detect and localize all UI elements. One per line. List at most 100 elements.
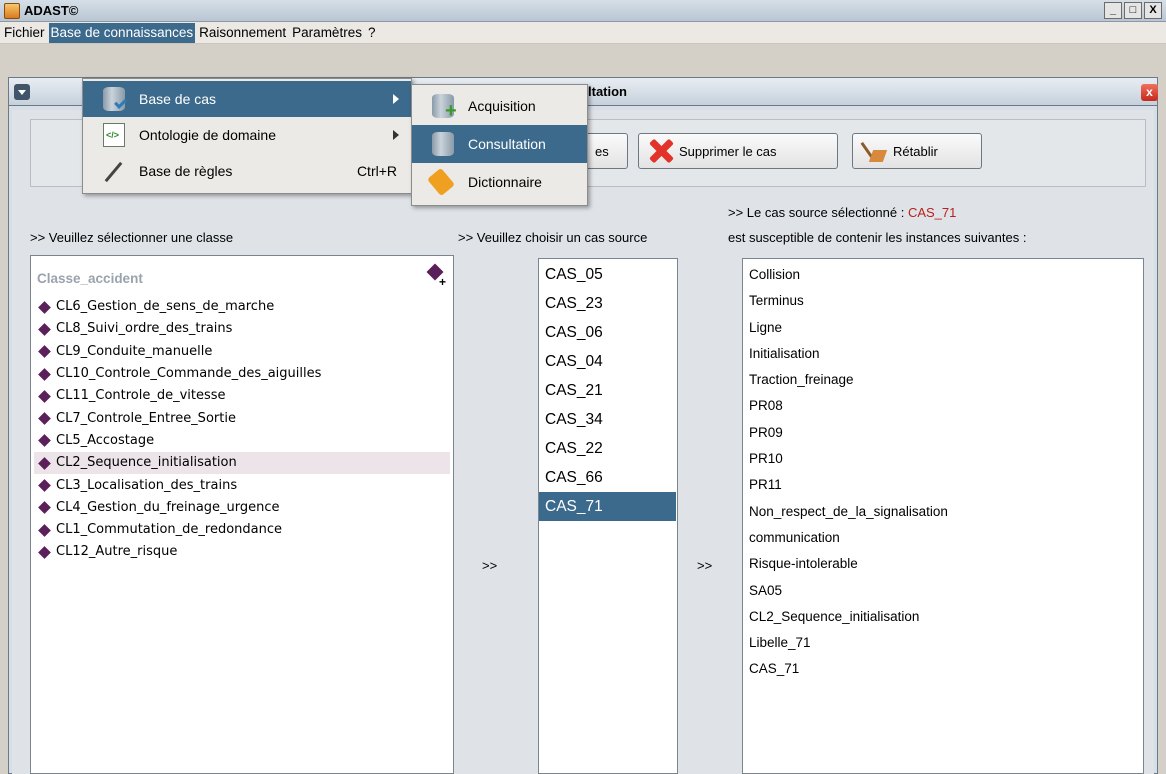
menu-parametres[interactable]: Paramètres	[290, 23, 364, 43]
class-diamond-icon	[38, 456, 51, 470]
delete-case-button[interactable]: Supprimer le cas	[638, 133, 838, 169]
class-item-label: CL6_Gestion_de_sens_de_marche	[56, 299, 275, 315]
arrow-to-instances: >>	[697, 558, 713, 573]
title-bar: ADAST© _ □ X	[0, 0, 1166, 22]
knowledge-base-dropdown: Base de cas Ontologie de domaine Base de…	[82, 78, 412, 194]
delete-case-label: Supprimer le cas	[679, 143, 777, 159]
menu-item-base-de-regles[interactable]: Base de règles Ctrl+R	[83, 153, 411, 189]
case-item[interactable]: CAS_22	[539, 434, 676, 463]
submenu-arrow-icon	[393, 130, 399, 140]
instance-item[interactable]: PR10	[745, 446, 1141, 472]
inner-window-menu-icon[interactable]	[14, 84, 30, 100]
submenu-item-acquisition[interactable]: Acquisition	[412, 87, 587, 125]
class-item[interactable]: CL11_Controle_de_vitesse	[34, 385, 450, 407]
delete-x-icon	[647, 138, 675, 164]
instance-item[interactable]: Libelle_71	[745, 630, 1141, 656]
toolbar-partial-label: es	[595, 143, 609, 159]
selected-case-prefix: >> Le cas source sélectionné :	[728, 205, 908, 220]
class-diamond-icon	[38, 345, 51, 359]
instance-item[interactable]: Ligne	[745, 315, 1141, 341]
instance-item[interactable]: Risque-intolerable	[745, 551, 1141, 577]
case-item[interactable]: CAS_23	[539, 289, 676, 318]
menu-item-base-de-cas[interactable]: Base de cas	[83, 81, 411, 117]
class-item[interactable]: CL4_Gestion_du_freinage_urgence	[34, 497, 450, 519]
instances-label: est susceptible de contenir les instance…	[728, 230, 1027, 245]
instance-item[interactable]: SA05	[745, 578, 1141, 604]
instance-item[interactable]: Terminus	[745, 288, 1141, 314]
menu-help[interactable]: ?	[366, 23, 378, 43]
class-item-label: CL1_Commutation_de_redondance	[56, 522, 283, 538]
maximize-button[interactable]: □	[1124, 2, 1142, 19]
inner-window-title: ltation	[588, 84, 627, 99]
submenu-arrow-icon	[393, 94, 399, 104]
instance-item[interactable]: communication	[745, 525, 1141, 551]
class-list: CL6_Gestion_de_sens_de_marche CL8_Suivi_…	[34, 296, 450, 564]
menu-fichier[interactable]: Fichier	[2, 23, 47, 43]
submenu-item-label: Acquisition	[468, 98, 536, 114]
case-list: CAS_05 CAS_23 CAS_06 CAS_04 CAS_21 CAS_3…	[539, 260, 676, 521]
add-plus-icon: +	[439, 275, 447, 289]
class-item-label: CL3_Localisation_des_trains	[56, 477, 238, 493]
instance-item[interactable]: Non_respect_de_la_signalisation	[745, 499, 1141, 525]
tag-icon	[427, 167, 455, 197]
case-item[interactable]: CAS_34	[539, 405, 676, 434]
class-item[interactable]: CL1_Commutation_de_redondance	[34, 519, 450, 541]
submenu-item-consultation[interactable]: Consultation	[412, 125, 587, 163]
class-item[interactable]: CL7_Controle_Entree_Sortie	[34, 407, 450, 429]
class-item[interactable]: CL9_Conduite_manuelle	[34, 341, 450, 363]
choose-case-label: >> Veuillez choisir un cas source	[458, 230, 648, 245]
class-item-selected[interactable]: CL2_Sequence_initialisation	[34, 452, 450, 475]
submenu-item-label: Consultation	[468, 136, 546, 152]
class-diamond-icon	[38, 523, 51, 537]
class-tree-root[interactable]: Classe_accident	[37, 271, 143, 286]
class-item[interactable]: CL5_Accostage	[34, 430, 450, 452]
minimize-button[interactable]: _	[1104, 2, 1122, 19]
class-diamond-icon	[38, 479, 51, 492]
instance-item[interactable]: PR08	[745, 393, 1141, 419]
instance-item[interactable]: CAS_71	[745, 656, 1141, 682]
class-diamond-icon	[38, 300, 51, 314]
class-diamond-icon	[38, 546, 51, 559]
close-button[interactable]: X	[1144, 2, 1162, 19]
class-diamond-icon	[38, 412, 51, 425]
broom-icon	[861, 138, 889, 164]
database-icon	[103, 87, 125, 111]
class-diamond-icon	[38, 501, 51, 515]
submenu-item-label: Dictionnaire	[468, 174, 542, 190]
instance-item[interactable]: CL2_Sequence_initialisation	[745, 604, 1141, 630]
menu-raisonnement[interactable]: Raisonnement	[197, 23, 288, 43]
menu-item-label: Base de cas	[139, 91, 217, 107]
case-item[interactable]: CAS_21	[539, 376, 676, 405]
instance-item[interactable]: PR11	[745, 472, 1141, 498]
class-item-label: CL7_Controle_Entree_Sortie	[56, 410, 236, 426]
class-diamond-icon	[38, 389, 51, 403]
class-item[interactable]: CL12_Autre_risque	[34, 541, 450, 563]
case-item[interactable]: CAS_66	[539, 463, 676, 492]
class-item[interactable]: CL8_Suivi_ordre_des_trains	[34, 318, 450, 340]
restore-button[interactable]: Rétablir	[852, 133, 982, 169]
case-item-selected[interactable]: CAS_71	[539, 492, 676, 521]
inner-close-icon[interactable]: x	[1141, 84, 1158, 101]
menu-base-de-connaissances[interactable]: Base de connaissances	[48, 22, 196, 43]
class-item[interactable]: CL3_Localisation_des_trains	[34, 474, 450, 496]
database-add-icon	[432, 94, 457, 123]
restore-label: Rétablir	[893, 143, 938, 159]
select-class-label: >> Veuillez sélectionner une classe	[30, 230, 234, 245]
submenu-item-dictionnaire[interactable]: Dictionnaire	[412, 163, 587, 201]
class-item-label: CL4_Gestion_du_freinage_urgence	[56, 499, 280, 515]
case-item[interactable]: CAS_06	[539, 318, 676, 347]
case-item[interactable]: CAS_05	[539, 260, 676, 289]
class-item-label: CL11_Controle_de_vitesse	[56, 388, 226, 404]
class-item[interactable]: CL10_Controle_Commande_des_aiguilles	[34, 363, 450, 385]
instance-item[interactable]: Initialisation	[745, 341, 1141, 367]
menu-item-ontologie[interactable]: Ontologie de domaine	[83, 117, 411, 153]
instance-item[interactable]: Traction_freinage	[745, 367, 1141, 393]
selected-case-label: >> Le cas source sélectionné : CAS_71	[728, 205, 956, 220]
database-icon	[432, 132, 454, 156]
class-diamond-icon	[38, 367, 51, 381]
class-item[interactable]: CL6_Gestion_de_sens_de_marche	[34, 296, 450, 318]
menu-item-label: Ontologie de domaine	[139, 127, 276, 143]
instance-item[interactable]: PR09	[745, 420, 1141, 446]
instance-item[interactable]: Collision	[745, 262, 1141, 288]
case-item[interactable]: CAS_04	[539, 347, 676, 376]
